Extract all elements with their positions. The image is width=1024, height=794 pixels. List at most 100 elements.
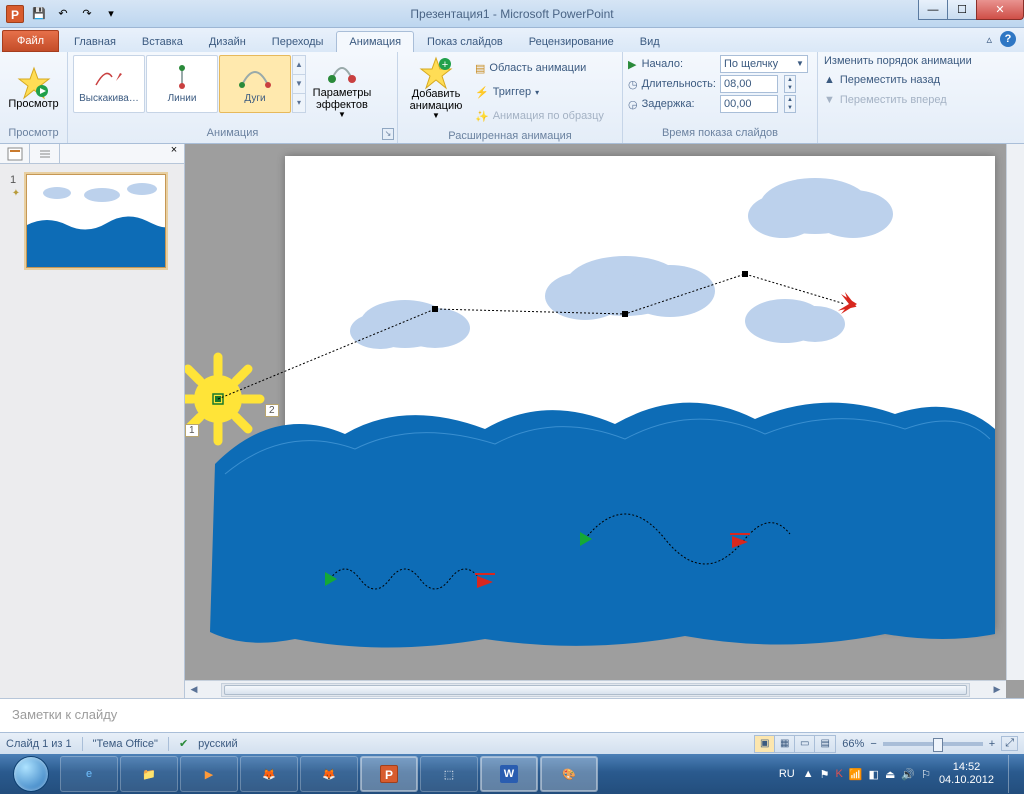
tab-file[interactable]: Файл [2,30,59,52]
slides-tab[interactable] [0,144,30,163]
animation-tag-2[interactable]: 2 [265,404,279,417]
group-timing-label: Время показа слайдов [623,127,817,143]
tray-shield-icon[interactable]: ⚑ [820,768,830,781]
motion-path-custom[interactable] [218,274,845,399]
fit-to-window-button[interactable]: ⤢ [1001,736,1018,751]
pane-icon: ▤ [475,62,485,75]
taskbar-word[interactable]: W [480,756,538,792]
reorder-title: Изменить порядок анимации [824,55,972,67]
preview-button[interactable]: Просмотр [5,55,62,123]
dialog-launcher-icon[interactable]: ↘ [382,128,394,140]
group-animation: Выскакива… Линии Дуги ▲▼▾ Параметры эффе… [68,52,398,143]
maximize-button[interactable]: ☐ [947,0,977,20]
spellcheck-icon[interactable]: ✔ [179,737,188,750]
save-button[interactable]: 💾 [28,3,50,25]
move-earlier-button[interactable]: ▲Переместить назад [824,70,972,90]
slide-thumbnail-1[interactable]: 1 ✦ [10,174,174,268]
trigger-button[interactable]: ⚡Триггер▾ [475,81,604,103]
arcs-path-icon [238,65,272,89]
redo-button[interactable]: ↷ [76,3,98,25]
taskbar-firefox1[interactable]: 🦊 [240,756,298,792]
add-animation-button[interactable]: + Добавить анимацию ▼ [403,55,469,123]
horizontal-scrollbar[interactable]: ◀ ▶ [185,680,1006,698]
group-preview-label: Просмотр [0,127,67,143]
zoom-out-button[interactable]: − [870,738,876,750]
ribbon-minimize-icon[interactable]: ▵ [986,33,992,46]
down-triangle-icon: ▼ [824,94,835,106]
painter-icon: ✨ [475,110,489,123]
clock-date: 04.10.2012 [939,774,994,787]
show-desktop-button[interactable] [1008,755,1018,793]
tab-slideshow[interactable]: Показ слайдов [414,31,516,52]
duration-spinner[interactable]: ▲▼ [784,75,796,93]
close-button[interactable]: ✕ [976,0,1024,20]
delay-input[interactable]: 00,00 [720,95,778,113]
tray-volume-icon[interactable]: 🔊 [901,768,915,781]
group-advanced-label: Расширенная анимация [398,130,622,143]
animation-pane-button[interactable]: ▤Область анимации [475,57,604,79]
tab-animations[interactable]: Анимация [336,31,414,52]
qat-customize[interactable]: ▾ [100,3,122,25]
tray-network-icon[interactable]: 📶 [849,768,863,781]
start-button[interactable] [4,754,58,794]
taskbar-firefox2[interactable]: 🦊 [300,756,358,792]
reading-view-icon: ▭ [795,736,815,752]
gallery-item-label: Дуги [244,93,265,104]
group-reorder: Изменить порядок анимации ▲Переместить н… [818,52,1024,143]
taskbar-paint[interactable]: 🎨 [540,756,598,792]
language-status[interactable]: русский [198,738,237,750]
gallery-scroll[interactable]: ▲▼▾ [292,55,306,113]
tray-clock[interactable]: 14:52 04.10.2012 [939,761,994,787]
start-play-icon: ▶ [628,58,638,71]
tray-flag-icon[interactable]: ⚐ [921,768,931,781]
app-icon[interactable]: P [4,3,26,25]
add-animation-star-icon: + [421,58,451,88]
taskbar-powerpoint[interactable]: P [360,756,418,792]
undo-button[interactable]: ↶ [52,3,74,25]
app-icon: ⬚ [444,768,454,781]
start-combo[interactable]: По щелчку▼ [720,55,808,73]
taskbar-explorer[interactable]: 📁 [120,756,178,792]
gallery-item-fly[interactable]: Выскакива… [73,55,145,113]
tray-chevron-icon[interactable]: ▲ [803,768,814,780]
vertical-scrollbar[interactable] [1006,144,1024,680]
move-later-button: ▼Переместить вперед [824,90,972,110]
tab-home[interactable]: Главная [61,31,129,52]
tab-view[interactable]: Вид [627,31,673,52]
sea-shape[interactable] [210,403,995,648]
notes-pane[interactable]: Заметки к слайду [0,698,1024,732]
zoom-in-button[interactable]: + [989,738,995,750]
taskbar-ie[interactable]: e [60,756,118,792]
zoom-slider[interactable] [883,742,983,746]
zoom-level[interactable]: 66% [842,738,864,750]
thumbnails-close-button[interactable]: × [164,144,184,163]
quick-access-toolbar: P 💾 ↶ ↷ ▾ [0,3,122,25]
tab-review[interactable]: Рецензирование [516,31,627,52]
effect-options-button[interactable]: Параметры эффектов ▼ [306,55,378,123]
tray-language[interactable]: RU [779,768,795,780]
duration-input[interactable]: 08,00 [720,75,778,93]
tray-k-icon[interactable]: K [836,768,843,780]
view-buttons[interactable]: ▣▦▭▤ [754,735,836,753]
tray-app-icon[interactable]: ◧ [869,768,879,781]
outline-tab[interactable] [30,144,60,163]
theme-name: "Тема Office" [93,738,158,750]
workspace: × 1 ✦ [0,144,1024,698]
tab-transitions[interactable]: Переходы [259,31,337,52]
slide-editor[interactable]: 1 2 ◀ ▶ [185,144,1024,698]
delay-spinner[interactable]: ▲▼ [784,95,796,113]
gallery-item-lines[interactable]: Линии [146,55,218,113]
taskbar-app1[interactable]: ⬚ [420,756,478,792]
firefox-icon: 🦊 [262,768,276,781]
animation-gallery[interactable]: Выскакива… Линии Дуги ▲▼▾ [73,55,306,113]
delay-icon: ◶ [628,98,638,111]
tab-insert[interactable]: Вставка [129,31,196,52]
minimize-button[interactable]: — [918,0,948,20]
tab-design[interactable]: Дизайн [196,31,259,52]
duration-label: Длительность: [642,78,716,90]
tray-usb-icon[interactable]: ⏏ [885,768,895,781]
taskbar-media[interactable]: ▶ [180,756,238,792]
help-icon[interactable]: ? [1000,31,1016,47]
gallery-item-arcs[interactable]: Дуги [219,55,291,113]
animation-tag-1[interactable]: 1 [185,424,199,437]
